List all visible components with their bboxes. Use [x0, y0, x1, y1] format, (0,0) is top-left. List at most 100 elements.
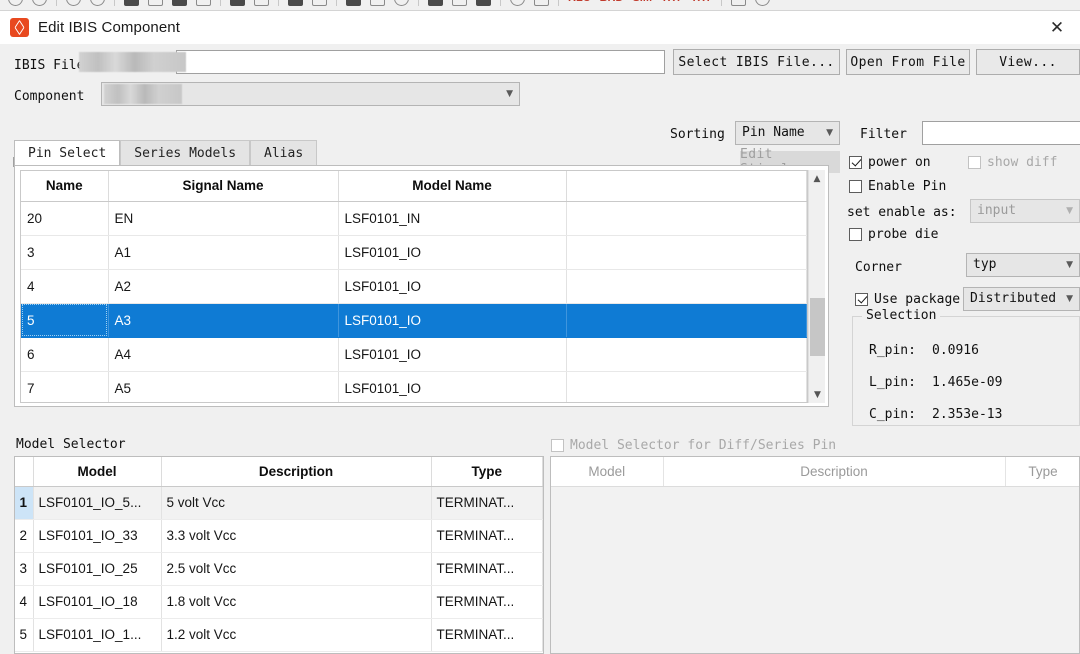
scroll-down-icon[interactable]: ▼: [809, 386, 826, 403]
scroll-up-icon[interactable]: ▲: [809, 170, 825, 187]
tab-bar: Pin Select Series Models Alias: [14, 140, 318, 165]
toolbar-wave-icon[interactable]: [230, 0, 245, 6]
set-enable-as-value: input: [977, 203, 1017, 218]
filter-label: Filter: [860, 127, 907, 142]
corner-select[interactable]: typ ▼: [966, 253, 1080, 277]
toolbar-red-icon-3[interactable]: SIM: [632, 0, 652, 6]
component-redaction: [104, 84, 182, 104]
checkbox-unchecked-icon: [551, 439, 564, 452]
edit-ibis-component-dialog: RLC BRD SIM TXT TXT Edit IBIS Component …: [0, 0, 1080, 654]
chevron-down-icon: ▼: [826, 128, 833, 138]
list-item[interactable]: 1 LSF0101_IO_5... 5 volt Vcc TERMINAT...: [15, 486, 543, 520]
probe-die-checkbox[interactable]: probe die: [849, 227, 938, 242]
view-button[interactable]: View...: [976, 49, 1080, 75]
toolbar-grid-icon[interactable]: [346, 0, 361, 6]
toolbar-square-icon-7[interactable]: [534, 0, 549, 6]
diff-col-description: Description: [663, 457, 1006, 487]
toolbar-circle-icon-7[interactable]: [754, 0, 770, 6]
tab-pin-select[interactable]: Pin Select: [14, 140, 121, 165]
toolbar-square-icon-6[interactable]: [452, 0, 467, 6]
table-row[interactable]: 4 A2 LSF0101_IO: [21, 269, 807, 304]
toolbar-circle-icon-5[interactable]: [394, 0, 409, 6]
model-cell-index: 1: [15, 486, 34, 520]
toolbar-circle-icon-1[interactable]: [8, 0, 23, 6]
toolbar-star-icon[interactable]: [476, 0, 491, 6]
use-package-checkbox[interactable]: Use package: [855, 292, 960, 307]
pin-table-scrollbar[interactable]: ▲ ▼: [808, 170, 825, 403]
package-model-select[interactable]: Distributed ▼: [963, 287, 1080, 311]
show-diff-checkbox: show diff: [968, 155, 1057, 170]
model-col-description: Description: [161, 457, 432, 487]
filter-input[interactable]: [922, 121, 1080, 145]
ibis-file-redaction: [79, 52, 186, 72]
select-ibis-file-button[interactable]: Select IBIS File...: [673, 49, 840, 75]
toolbar-separator-1: [56, 0, 57, 6]
pin-cell-name: 6: [21, 337, 109, 372]
toolbar-square-icon-5[interactable]: [370, 0, 385, 6]
power-on-checkbox[interactable]: power on: [849, 155, 931, 170]
model-cell-description: 5 volt Vcc: [161, 486, 432, 520]
toolbar-circle-icon-6[interactable]: [510, 0, 525, 6]
open-from-file-button[interactable]: Open From File: [846, 49, 970, 75]
toolbar-red-icon-4[interactable]: TXT: [661, 0, 682, 6]
toolbar-probe-icon[interactable]: [288, 0, 303, 6]
pin-cell-spacer: [566, 303, 807, 338]
diff-col-type: Type: [1005, 457, 1079, 487]
tab-series-models[interactable]: Series Models: [120, 140, 251, 165]
list-item[interactable]: 3 LSF0101_IO_25 2.5 volt Vcc TERMINAT...: [15, 552, 543, 586]
toolbar-block-icon-2[interactable]: [172, 0, 187, 6]
toolbar-circle-icon-3[interactable]: [66, 0, 81, 6]
toolbar-square-icon-8[interactable]: [730, 0, 746, 6]
r-pin-value: 0.0916: [932, 343, 979, 358]
chevron-down-icon: ▼: [1066, 206, 1073, 216]
table-row[interactable]: 20 EN LSF0101_IN: [21, 201, 807, 236]
toolbar-square-icon-1[interactable]: [148, 0, 163, 6]
pin-cell-model: LSF0101_IO: [338, 371, 567, 402]
toolbar-circle-icon-4[interactable]: [90, 0, 105, 6]
enable-pin-checkbox[interactable]: Enable Pin: [849, 179, 946, 194]
scrollbar-thumb[interactable]: [810, 298, 825, 356]
pin-table-header-row: Name Signal Name Model Name: [21, 171, 807, 202]
table-row-selected[interactable]: 5 A3 LSF0101_IO: [21, 303, 807, 338]
pin-cell-model: LSF0101_IN: [338, 201, 567, 236]
pin-cell-model: LSF0101_IO: [338, 235, 567, 270]
tab-alias[interactable]: Alias: [250, 140, 318, 165]
toolbar-red-icon-2[interactable]: BRD: [600, 0, 624, 6]
model-cell-description: 1.2 volt Vcc: [161, 618, 432, 652]
list-item[interactable]: 4 LSF0101_IO_18 1.8 volt Vcc TERMINAT...: [15, 585, 543, 619]
pin-cell-spacer: [566, 235, 807, 270]
enable-pin-label: Enable Pin: [868, 179, 947, 194]
toolbar-circle-icon-2[interactable]: [32, 0, 47, 6]
ibis-file-input[interactable]: [176, 50, 665, 74]
diff-col-model: Model: [551, 457, 664, 487]
pin-cell-spacer: [566, 337, 807, 372]
table-row[interactable]: 6 A4 LSF0101_IO: [21, 337, 807, 372]
selection-groupbox: Selection R_pin: 0.0916 L_pin: 1.465e-09…: [852, 308, 1080, 426]
package-model-value: Distributed: [970, 291, 1057, 306]
set-enable-as-label: set enable as:: [847, 205, 957, 220]
list-item[interactable]: 5 LSF0101_IO_1... 1.2 volt Vcc TERMINAT.…: [15, 618, 543, 652]
pin-select-panel: Name Signal Name Model Name 20 EN LSF010…: [14, 165, 829, 407]
toolbar-block-icon-1[interactable]: [124, 0, 139, 6]
model-cell-type: TERMINAT...: [431, 585, 543, 619]
ibis-file-label: IBIS File: [14, 58, 85, 73]
toolbar-square-icon-2[interactable]: [196, 0, 211, 6]
toolbar-square-icon-4[interactable]: [312, 0, 327, 6]
diff-model-selector-checkbox: Model Selector for Diff/Series Pin: [551, 438, 836, 453]
selection-groupbox-title: Selection: [862, 308, 941, 323]
pin-cell-signal: A1: [108, 235, 339, 270]
ibis-app-icon: [10, 18, 29, 37]
component-label: Component: [14, 89, 85, 104]
corner-select-value: typ: [973, 257, 997, 272]
table-row[interactable]: 7 A5 LSF0101_IO: [21, 371, 807, 402]
toolbar-red-icon-1[interactable]: RLC: [568, 0, 591, 6]
close-icon[interactable]: ✕: [1034, 11, 1080, 44]
table-row[interactable]: 3 A1 LSF0101_IO: [21, 235, 807, 270]
toolbar-pen-icon[interactable]: [428, 0, 443, 6]
toolbar-square-icon-3[interactable]: [254, 0, 269, 6]
scrollbar-track[interactable]: [809, 187, 825, 386]
toolbar-red-icon-5[interactable]: TXT: [691, 0, 712, 6]
sorting-select[interactable]: Pin Name ▼: [735, 121, 840, 145]
pin-cell-model: LSF0101_IO: [338, 337, 567, 372]
list-item[interactable]: 2 LSF0101_IO_33 3.3 volt Vcc TERMINAT...: [15, 519, 543, 553]
